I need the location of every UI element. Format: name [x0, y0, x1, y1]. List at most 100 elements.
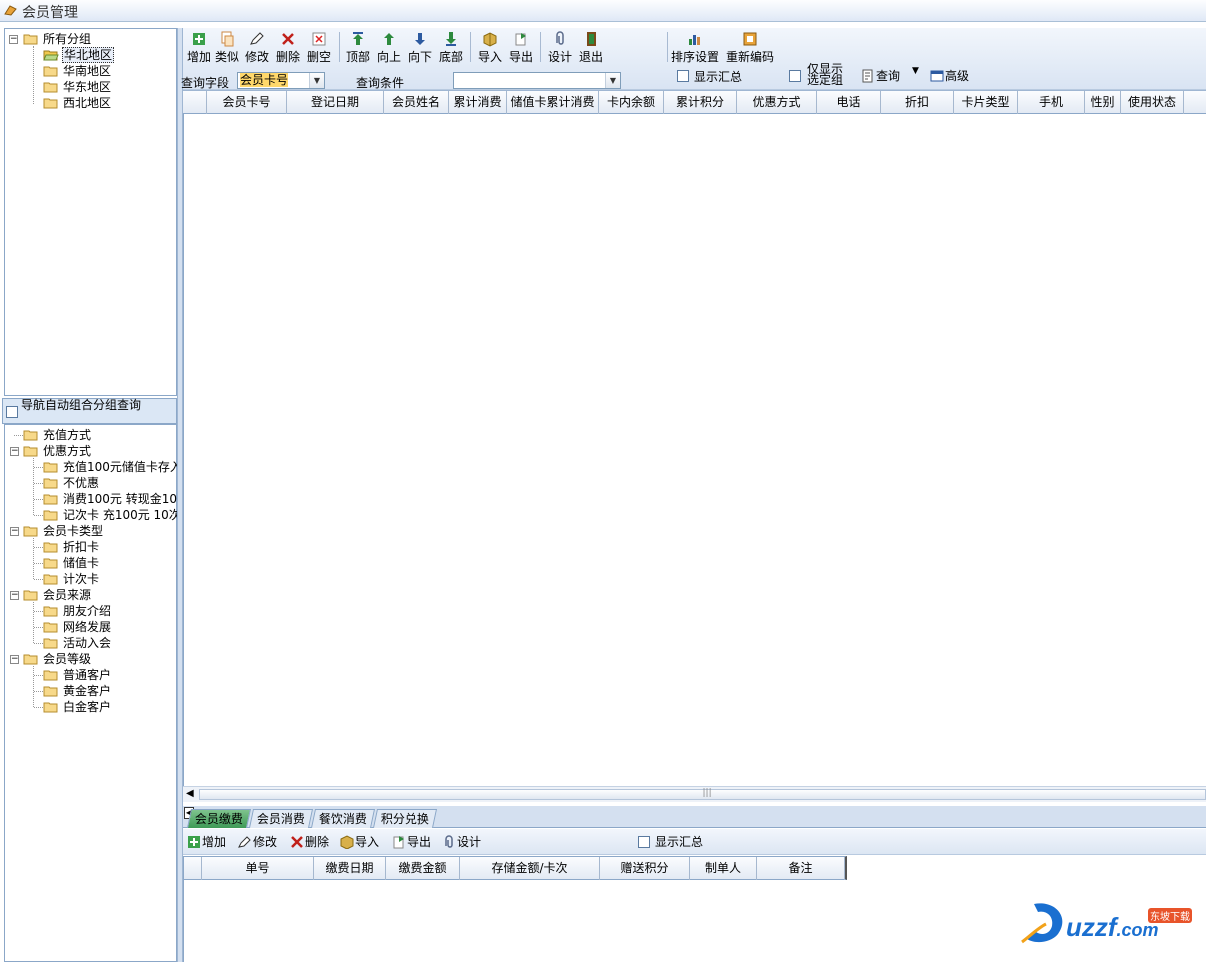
column-header[interactable]: 累计积分 [664, 91, 737, 114]
move-bottom-button[interactable]: 底部 [436, 31, 466, 67]
tree-group[interactable]: 会员等级 [23, 651, 92, 667]
tree-item[interactable]: 记次卡 充100元 10次 [43, 507, 177, 523]
column-header[interactable]: 折扣 [881, 91, 954, 114]
detail-design-button[interactable]: 设计 [442, 834, 481, 850]
query-field-label: 查询字段 [181, 76, 230, 90]
similar-button[interactable]: 类似 [212, 31, 242, 67]
tree-item-region[interactable]: 华东地区 [43, 79, 112, 95]
collapse-icon[interactable]: − [10, 527, 19, 536]
column-header[interactable]: 会员姓名 [384, 91, 449, 114]
tree-item[interactable]: 朋友介绍 [43, 603, 177, 619]
tree-item[interactable]: 储值卡 [43, 555, 177, 571]
column-header[interactable]: 备注 [757, 857, 845, 880]
add-button[interactable]: 增加 [184, 31, 214, 67]
tree-group[interactable]: 会员卡类型 [23, 523, 104, 539]
delete-button[interactable]: 删除 [273, 31, 303, 67]
sort-settings-button[interactable]: 排序设置 [669, 31, 721, 67]
detail-delete-button[interactable]: 删除 [290, 834, 329, 850]
collapse-icon[interactable]: − [10, 655, 19, 664]
detail-toolbar: 增加 修改 删除 导入 导出 设计 显示汇总 [183, 829, 1206, 855]
folder-icon [43, 670, 58, 681]
detail-add-button[interactable]: 增加 [187, 834, 226, 850]
tree-item-region[interactable]: 西北地区 [43, 95, 112, 111]
folder-icon [43, 66, 58, 77]
auto-group-query-checkbox[interactable] [6, 406, 18, 418]
folder-icon [23, 654, 38, 665]
tab-points-exchange[interactable]: 积分兑换 [372, 809, 438, 828]
column-header[interactable]: 储值卡累计消费 [507, 91, 599, 114]
tab-dining-consumption[interactable]: 餐饮消费 [310, 809, 376, 828]
tree-group[interactable]: 充值方式 [23, 427, 92, 443]
column-header[interactable]: 累计消费 [449, 91, 507, 114]
tab-member-consumption[interactable]: 会员消费 [248, 809, 314, 828]
import-button[interactable]: 导入 [475, 31, 505, 67]
folder-icon [23, 430, 38, 441]
query-button[interactable]: 查询 [861, 68, 900, 84]
paperclip-icon [556, 31, 564, 45]
column-header[interactable]: 缴费金额 [386, 857, 460, 880]
design-button[interactable]: 设计 [545, 31, 575, 67]
tree-item[interactable]: 白金客户 [43, 699, 177, 715]
tree-item[interactable]: 活动入会 [43, 635, 177, 651]
logo-text: uzzf.com [1066, 912, 1159, 942]
edit-button[interactable]: 修改 [242, 31, 272, 67]
tree-item-region[interactable]: 华南地区 [43, 63, 112, 79]
collapse-icon[interactable]: − [10, 447, 19, 456]
query-condition-select[interactable]: ▼ [453, 72, 621, 89]
scroll-left-icon[interactable]: ◀ [186, 788, 194, 799]
detail-export-button[interactable]: 导出 [392, 834, 431, 850]
column-header[interactable]: 单号 [202, 857, 314, 880]
renumber-button[interactable]: 重新编码 [724, 31, 776, 67]
exit-door-icon [587, 32, 596, 46]
export-button[interactable]: 导出 [506, 31, 536, 67]
column-header[interactable]: 手机 [1018, 91, 1085, 114]
detail-edit-button[interactable]: 修改 [238, 834, 277, 850]
clear-all-button[interactable]: 删空 [304, 31, 334, 67]
add-icon [193, 33, 205, 45]
tree-item[interactable]: 充值100元储值卡存入 [43, 459, 177, 475]
detail-tab-bar: ◀ 会员缴费 会员消费 餐饮消费 积分兑换 [183, 806, 1206, 828]
column-header[interactable]: 登记日期 [287, 91, 384, 114]
detail-show-summary-checkbox[interactable] [638, 836, 650, 848]
move-down-button[interactable]: 向下 [405, 31, 435, 67]
column-header[interactable]: 电话 [817, 91, 881, 114]
uzzf-logo: uzzf.com 东坡下载 [1020, 898, 1200, 948]
advanced-button[interactable]: 高级 [930, 68, 969, 84]
tree-group[interactable]: 会员来源 [23, 587, 92, 603]
member-grid-body[interactable] [183, 114, 1206, 786]
only-selected-checkbox[interactable] [789, 70, 801, 82]
tree-item[interactable]: 消费100元 转现金10: [43, 491, 177, 507]
column-header[interactable]: 卡片类型 [954, 91, 1018, 114]
column-header[interactable]: 性别 [1085, 91, 1121, 114]
column-header[interactable]: 存储金额/卡次 [460, 857, 600, 880]
column-header[interactable]: 优惠方式 [737, 91, 817, 114]
exit-button[interactable]: 退出 [576, 31, 606, 67]
column-header[interactable]: 卡内余额 [599, 91, 664, 114]
tree-root-all-groups[interactable]: 所有分组 [23, 31, 92, 47]
column-header[interactable]: 会员卡号 [207, 91, 287, 114]
tree-item[interactable]: 计次卡 [43, 571, 177, 587]
show-summary-checkbox[interactable] [677, 70, 689, 82]
tab-member-payment[interactable]: 会员缴费 [186, 809, 252, 828]
folder-icon [43, 606, 58, 617]
tree-group[interactable]: 优惠方式 [23, 443, 92, 459]
tree-item[interactable]: 折扣卡 [43, 539, 177, 555]
collapse-icon[interactable]: − [9, 35, 18, 44]
tree-item[interactable]: 普通客户 [43, 667, 177, 683]
query-dropdown-icon[interactable]: ▼ [912, 66, 919, 76]
tree-item[interactable]: 不优惠 [43, 475, 177, 491]
detail-import-button[interactable]: 导入 [340, 834, 379, 850]
tree-item[interactable]: 黄金客户 [43, 683, 177, 699]
column-header[interactable]: 制单人 [690, 857, 757, 880]
column-header[interactable]: 缴费日期 [314, 857, 386, 880]
column-header[interactable]: 使用状态 [1121, 91, 1184, 114]
scrollbar-thumb[interactable]: ||| [199, 788, 1206, 800]
tree-item[interactable]: 网络发展 [43, 619, 177, 635]
move-up-button[interactable]: 向上 [374, 31, 404, 67]
tree-item-region[interactable]: 华北地区 [43, 47, 115, 63]
collapse-icon[interactable]: − [10, 591, 19, 600]
column-header[interactable]: 赠送积分 [600, 857, 690, 880]
query-field-select[interactable]: 会员卡号 ▼ [237, 72, 325, 89]
horizontal-scrollbar[interactable]: ◀ ||| [183, 786, 1206, 802]
move-top-button[interactable]: 顶部 [343, 31, 373, 67]
